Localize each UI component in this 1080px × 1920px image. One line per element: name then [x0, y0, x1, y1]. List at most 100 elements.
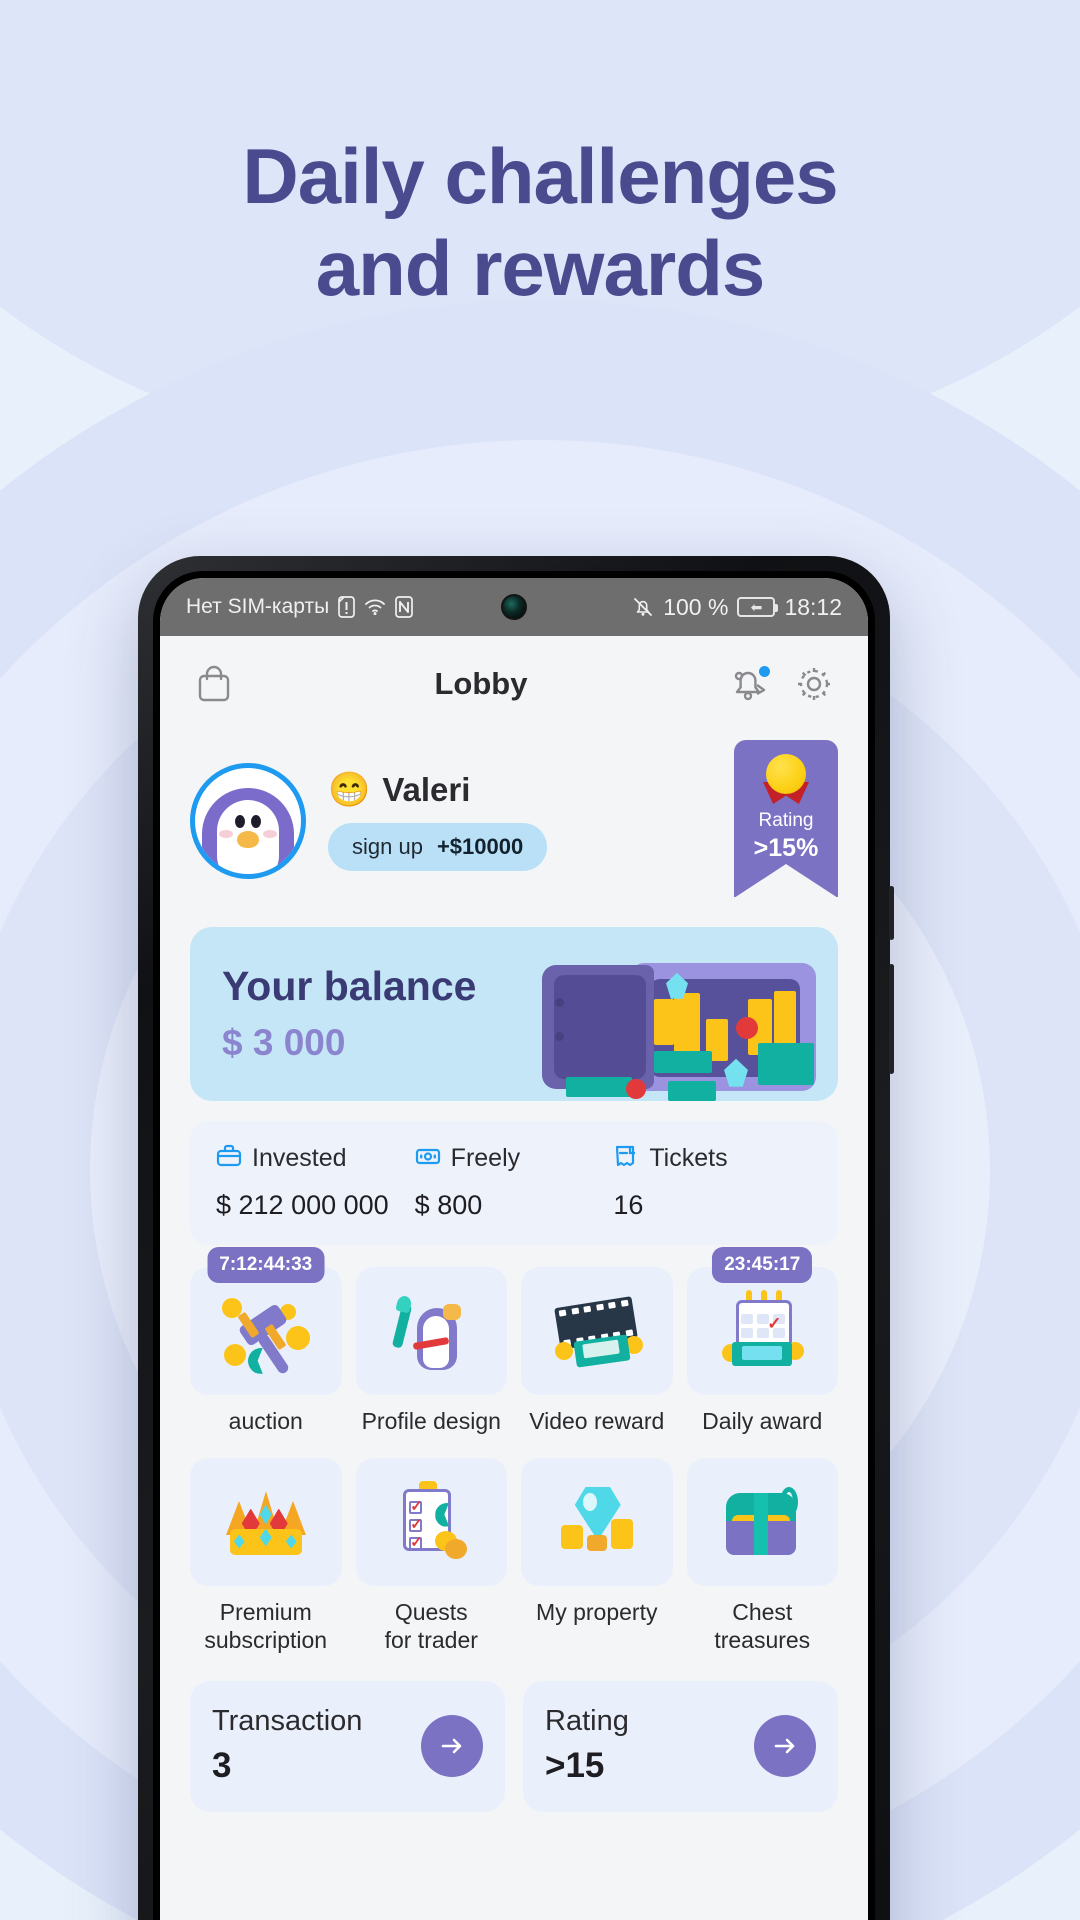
nfc-icon: [395, 596, 414, 618]
app-header: Lobby: [160, 636, 868, 732]
tile-video-reward[interactable]: Video reward: [521, 1266, 673, 1436]
status-bar-right: 100 % ⬅ 18:12: [632, 594, 842, 621]
transaction-card[interactable]: Transaction 3: [190, 1681, 505, 1813]
tile-caption-line-2: subscription: [204, 1627, 328, 1654]
status-bar: Нет SIM-карты 100 % ⬅ 18:12: [160, 578, 868, 636]
stat-freely[interactable]: Freely $ 800: [415, 1143, 614, 1221]
promo-headline: Daily challenges and rewards: [0, 130, 1080, 314]
crown-icon: [218, 1477, 314, 1567]
stat-invested[interactable]: Invested $ 212 000 000: [216, 1143, 415, 1221]
rating-badge-label: Rating: [758, 810, 814, 831]
arrow-right-icon[interactable]: [421, 1714, 483, 1777]
page-title: Lobby: [434, 666, 528, 701]
calendar-cash-icon: ✓: [714, 1286, 810, 1376]
card-title: Rating: [545, 1705, 629, 1738]
tile-caption: Daily award: [702, 1407, 823, 1434]
profile-row: 😁 Valeri sign up +$10000 Rating >15%: [160, 732, 868, 901]
tile-caption: Premium subscription: [190, 1598, 342, 1656]
battery-charging-icon: ⬅: [737, 597, 779, 617]
tile-caption-line-2: for trader: [384, 1627, 478, 1654]
username-label: Valeri: [382, 771, 471, 809]
rating-badge[interactable]: Rating >15%: [734, 740, 838, 898]
banknote-icon: [415, 1143, 441, 1174]
tile-caption: Quests for trader: [356, 1598, 508, 1656]
profile-meta: 😁 Valeri sign up +$10000: [328, 771, 712, 872]
stat-value: $ 800: [414, 1189, 483, 1220]
tile-timer: 23:45:17: [712, 1246, 813, 1283]
arrow-right-icon[interactable]: [754, 1714, 816, 1777]
headline-line-2: and rewards: [315, 224, 766, 313]
medal-icon: [761, 754, 811, 804]
phone-bezel: Нет SIM-карты 100 % ⬅ 18:12 Lobby 😁 Vale…: [153, 571, 875, 1920]
username-row: 😁 Valeri: [328, 771, 712, 809]
treasure-chest-icon: [714, 1477, 810, 1567]
phone-screen: Нет SIM-карты 100 % ⬅ 18:12 Lobby 😁 Vale…: [160, 578, 868, 1920]
card-value: >15: [545, 1746, 605, 1786]
carrier-label: Нет SIM-карты: [186, 595, 330, 618]
tile-caption-line-2: treasures: [714, 1627, 811, 1654]
penguin-brush-icon: [383, 1286, 479, 1376]
safe-with-money-icon: [512, 949, 832, 1101]
signup-chip-amount: +$10000: [436, 834, 524, 860]
clipboard-quests-icon: ✓ ✓ ✓: [383, 1477, 479, 1567]
signup-chip-label: sign up: [352, 834, 423, 860]
gavel-coins-icon: [218, 1286, 314, 1376]
rating-badge-value: >15%: [753, 833, 819, 862]
briefcase-icon: [216, 1143, 242, 1174]
card-title: Transaction: [212, 1705, 363, 1738]
balance-card[interactable]: Your balance $ 3 000: [190, 926, 838, 1101]
bell-icon[interactable]: [726, 662, 772, 706]
tile-caption-line-1: My property: [536, 1598, 658, 1625]
tile-caption: My property: [521, 1598, 673, 1627]
tile-timer: 7:12:44:33: [207, 1246, 325, 1283]
card-value: 3: [212, 1746, 232, 1786]
shopping-bag-icon[interactable]: [192, 662, 236, 706]
battery-percent-label: 100 %: [663, 593, 729, 620]
promo-canvas: Daily challenges and rewards Нет SIM-кар…: [0, 0, 1080, 1920]
clock-label: 18:12: [784, 593, 842, 620]
tile-caption-line-1: Chest: [732, 1598, 793, 1625]
stat-tickets[interactable]: Tickets 16: [613, 1143, 812, 1221]
bell-muted-icon: [632, 596, 654, 618]
notification-dot: [757, 664, 772, 679]
tile-caption: Chest treasures: [687, 1598, 839, 1656]
tile-daily-award[interactable]: 23:45:17 ✓ Daily award: [686, 1246, 838, 1436]
status-bar-left: Нет SIM-карты: [186, 595, 414, 619]
stat-label: Freely: [450, 1143, 521, 1172]
tile-caption: auction: [228, 1407, 303, 1434]
phone-volume-button[interactable]: [889, 964, 894, 1074]
tile-caption-line-1: Premium: [219, 1598, 312, 1625]
penguin-avatar[interactable]: [190, 763, 306, 880]
tile-chest-treasures[interactable]: Chest treasures: [686, 1457, 839, 1656]
diamond-coins-icon: [549, 1477, 645, 1567]
tile-my-property[interactable]: My property: [521, 1457, 673, 1656]
stat-value: $ 212 000 000: [216, 1189, 389, 1220]
wifi-icon: [364, 598, 386, 616]
phone-mockup: Нет SIM-карты 100 % ⬅ 18:12 Lobby 😁 Vale…: [138, 556, 894, 1920]
gear-icon[interactable]: [792, 662, 836, 706]
tile-row-2: Premium subscription ✓ ✓ ✓ Quests for tr…: [190, 1457, 839, 1656]
film-strip-cash-icon: [549, 1286, 645, 1376]
stat-value: 16: [613, 1189, 644, 1220]
stat-label: Tickets: [649, 1143, 728, 1172]
bottom-card-row: Transaction 3 Rating >15: [190, 1681, 838, 1813]
tile-caption: Video reward: [529, 1407, 665, 1434]
front-camera: [501, 594, 527, 620]
balance-value: $ 3 000: [222, 1022, 346, 1064]
stats-row: Invested $ 212 000 000 Freely $ 800 Tick…: [190, 1120, 838, 1245]
tile-row-1: 7:12:44:33 auction Profile design Video …: [190, 1246, 838, 1436]
stat-label: Invested: [252, 1143, 347, 1172]
tile-caption: Profile design: [361, 1407, 501, 1434]
tile-profile-design[interactable]: Profile design: [355, 1266, 507, 1436]
tile-auction[interactable]: 7:12:44:33 auction: [190, 1246, 342, 1436]
tile-quests-for-trader[interactable]: ✓ ✓ ✓ Quests for trader: [355, 1457, 508, 1656]
tile-caption-line-1: Quests: [394, 1598, 468, 1625]
phone-power-button[interactable]: [889, 886, 894, 940]
mood-emoji[interactable]: 😁: [328, 773, 370, 807]
rating-card[interactable]: Rating >15: [523, 1681, 838, 1813]
signup-bonus-chip[interactable]: sign up +$10000: [328, 823, 548, 872]
balance-text: Your balance $ 3 000: [222, 963, 476, 1064]
tile-premium-subscription[interactable]: Premium subscription: [190, 1457, 342, 1656]
sim-alert-icon: [338, 596, 356, 618]
balance-title: Your balance: [222, 963, 477, 1010]
